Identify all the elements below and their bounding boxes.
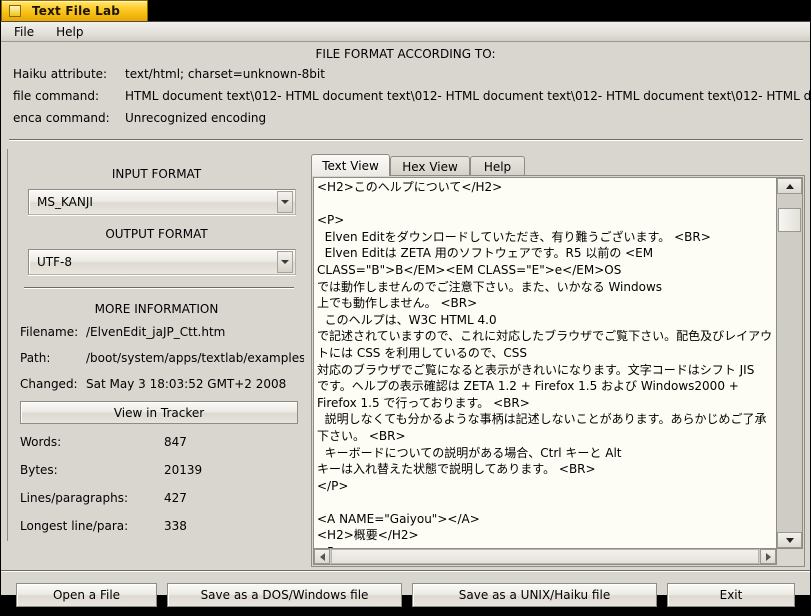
- header-divider: [9, 139, 803, 141]
- haiku-attribute-value: text/html; charset=unknown-8bit: [125, 67, 325, 81]
- more-information-label: MORE INFORMATION: [94, 302, 219, 316]
- output-format-select[interactable]: UTF-8: [28, 249, 296, 275]
- window-title: Text File Lab: [31, 4, 121, 18]
- horizontal-scrollbar-track[interactable]: [331, 549, 759, 564]
- file-command-value: HTML document text\012- HTML document te…: [125, 89, 810, 103]
- bottom-divider: [1, 570, 810, 572]
- text-view-content: <H2>このヘルプについて</H2> <P> Elven Editをダウンロード…: [317, 180, 773, 548]
- menu-item-file[interactable]: File: [5, 23, 43, 41]
- menu-bar: File Help: [1, 22, 810, 42]
- right-panel: Text View Hex View Help <H2>このヘルプについて</H…: [311, 154, 805, 567]
- text-view[interactable]: <H2>このヘルプについて</H2> <P> Elven Editをダウンロード…: [313, 177, 777, 549]
- longest-line-label: Longest line/para:: [20, 519, 129, 533]
- words-label: Words:: [20, 435, 62, 449]
- lines-paragraphs-value: 427: [164, 491, 187, 505]
- text-view-frame: <H2>このヘルプについて</H2> <P> Elven Editをダウンロード…: [311, 175, 805, 567]
- open-a-file-button[interactable]: Open a File: [16, 583, 157, 607]
- chevron-down-icon[interactable]: [277, 191, 293, 213]
- scroll-up-icon[interactable]: [777, 178, 802, 194]
- scroll-right-icon[interactable]: [760, 549, 776, 564]
- vertical-scrollbar[interactable]: [776, 177, 803, 549]
- file-format-header: FILE FORMAT ACCORDING TO: Haiku attribut…: [1, 43, 810, 140]
- tab-text-view[interactable]: Text View: [311, 154, 390, 176]
- window-title-tab[interactable]: Text File Lab: [1, 0, 148, 21]
- left-panel: INPUT FORMAT MS_KANJI OUTPUT FORMAT UTF-…: [7, 149, 304, 541]
- vertical-scrollbar-thumb[interactable]: [778, 208, 801, 232]
- bytes-label: Bytes:: [20, 463, 58, 477]
- scroll-down-icon[interactable]: [777, 532, 802, 548]
- scroll-left-icon[interactable]: [314, 549, 330, 564]
- horizontal-scrollbar[interactable]: [313, 548, 777, 565]
- view-in-tracker-button[interactable]: View in Tracker: [20, 401, 298, 424]
- tab-hex-view[interactable]: Hex View: [390, 156, 470, 176]
- changed-label: Changed:: [20, 377, 78, 391]
- file-command-label: file command:: [13, 89, 100, 103]
- bottom-button-bar: Open a File Save as a DOS/Windows file S…: [1, 574, 810, 616]
- lines-paragraphs-label: Lines/paragraphs:: [20, 491, 128, 505]
- haiku-attribute-label: Haiku attribute:: [13, 67, 108, 81]
- chevron-down-icon[interactable]: [277, 251, 293, 273]
- filename-value: /ElvenEdit_jaJP_Ctt.htm: [86, 325, 226, 339]
- filename-label: Filename:: [20, 325, 79, 339]
- title-bar: Text File Lab: [0, 0, 811, 21]
- enca-command-label: enca command:: [13, 111, 110, 125]
- save-as-unix-haiku-button[interactable]: Save as a UNIX/Haiku file: [412, 583, 657, 607]
- enca-command-value: Unrecognized encoding: [125, 111, 267, 125]
- input-format-label: INPUT FORMAT: [111, 167, 202, 181]
- path-value: /boot/system/apps/textlab/examples: [86, 351, 304, 365]
- output-format-label: OUTPUT FORMAT: [105, 227, 208, 241]
- save-as-dos-windows-button[interactable]: Save as a DOS/Windows file: [167, 583, 402, 607]
- menu-item-help[interactable]: Help: [47, 23, 92, 41]
- application-window: Text File Lab File Help FILE FORMAT ACCO…: [0, 0, 811, 607]
- input-format-value: MS_KANJI: [37, 195, 93, 209]
- left-panel-divider: [24, 287, 294, 289]
- window-body: File Help FILE FORMAT ACCORDING TO: Haik…: [0, 21, 811, 607]
- words-value: 847: [164, 435, 187, 449]
- exit-button[interactable]: Exit: [667, 583, 795, 607]
- changed-value: Sat May 3 18:03:52 GMT+2 2008: [86, 377, 287, 391]
- input-format-select[interactable]: MS_KANJI: [28, 189, 296, 215]
- tab-help[interactable]: Help: [470, 156, 525, 176]
- zoom-box-icon[interactable]: [9, 5, 21, 17]
- tab-bar: Text View Hex View Help: [311, 154, 805, 176]
- bytes-value: 20139: [164, 463, 203, 477]
- longest-line-value: 338: [164, 519, 187, 533]
- path-label: Path:: [20, 351, 51, 365]
- file-format-title: FILE FORMAT ACCORDING TO:: [315, 47, 496, 61]
- output-format-value: UTF-8: [37, 255, 72, 269]
